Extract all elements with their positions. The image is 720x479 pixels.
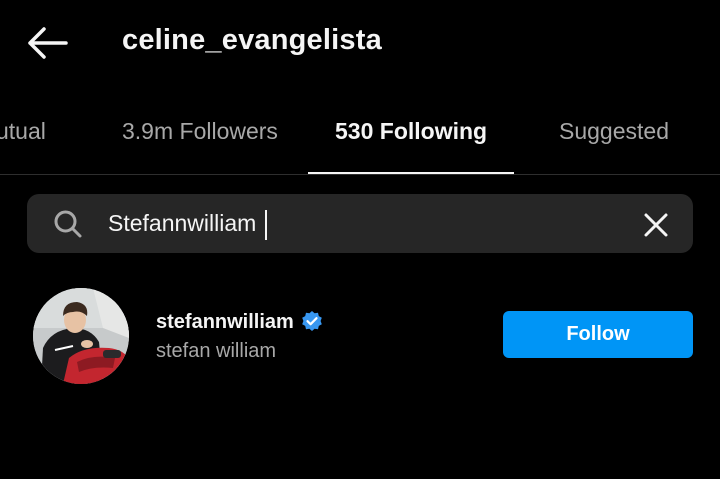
search-icon (54, 210, 82, 238)
profile-photo (33, 288, 129, 384)
profile-username-title: celine_evangelista (122, 24, 382, 56)
tab-followers[interactable]: 3.9m Followers (122, 100, 278, 174)
result-username[interactable]: stefannwilliam (156, 311, 294, 334)
back-button[interactable] (26, 26, 68, 60)
close-icon[interactable] (642, 211, 670, 239)
tab-mutual[interactable]: utual (0, 100, 46, 174)
follow-button[interactable]: Follow (503, 311, 693, 358)
tab-suggested[interactable]: Suggested (559, 100, 669, 174)
search-bar[interactable] (27, 194, 693, 253)
username-row: stefannwilliam (156, 310, 324, 334)
text-cursor (265, 210, 267, 240)
avatar[interactable] (33, 288, 129, 384)
follow-tabs: utual 3.9m Followers 530 Following Sugge… (0, 100, 720, 175)
top-bar: celine_evangelista (0, 0, 720, 86)
user-result-row[interactable]: stefannwilliam stefan william Follow (0, 284, 720, 388)
verified-badge-icon (302, 311, 322, 331)
search-input[interactable] (108, 194, 588, 253)
arrow-left-icon (28, 27, 68, 59)
result-full-name: stefan william (156, 340, 277, 362)
tab-following[interactable]: 530 Following (335, 100, 487, 174)
active-tab-indicator (308, 172, 514, 174)
